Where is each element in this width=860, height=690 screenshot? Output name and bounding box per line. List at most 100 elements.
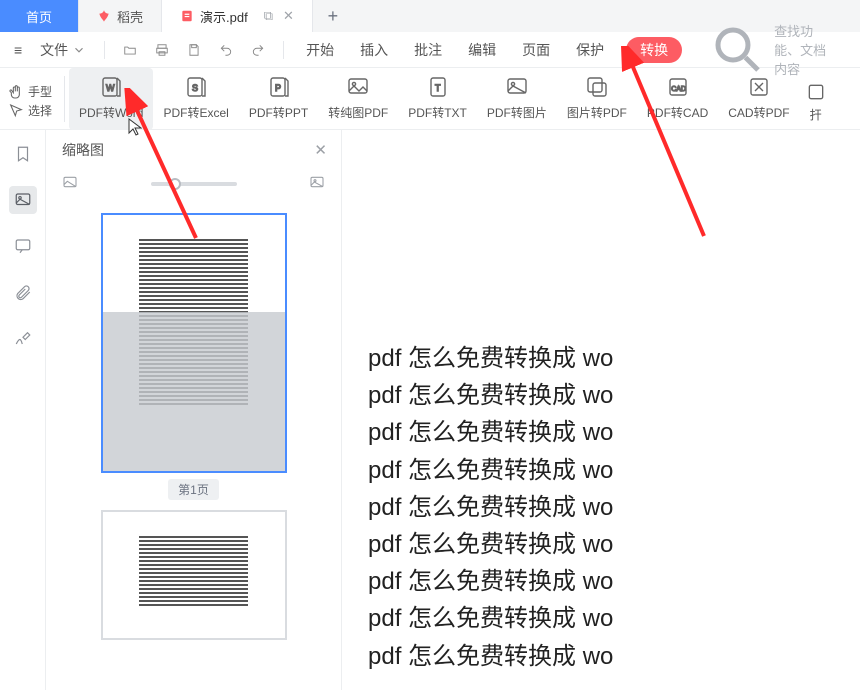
print-icon xyxy=(155,43,169,57)
doc-line: pdf 怎么免费转换成 wo xyxy=(368,638,860,675)
sign-icon xyxy=(14,329,32,347)
ribbon-pdf2txt[interactable]: T PDF转TXT xyxy=(398,68,477,130)
redo-icon xyxy=(251,43,265,57)
svg-text:CAD: CAD xyxy=(671,86,686,93)
svg-text:P: P xyxy=(275,83,281,93)
menu-page[interactable]: 页面 xyxy=(518,36,554,64)
qat-save[interactable] xyxy=(187,43,201,57)
sidebar-thumbnails[interactable] xyxy=(9,186,37,214)
more-icon xyxy=(806,82,826,102)
divider xyxy=(104,41,105,59)
ribbon-cad2pdf[interactable]: CAD转PDF xyxy=(718,68,799,130)
pdf-icon xyxy=(180,9,194,23)
menu-start[interactable]: 开始 xyxy=(302,36,338,64)
thumbnail-page-label: 第1页 xyxy=(168,479,219,500)
image-icon xyxy=(14,191,32,209)
hand-icon xyxy=(8,84,24,100)
tab-document[interactable]: 演示.pdf ⧉ ✕ xyxy=(162,0,313,32)
cad-icon: CAD xyxy=(664,74,692,100)
sidebar-bookmarks[interactable] xyxy=(9,140,37,168)
doc-line: pdf 怎么免费转换成 wo xyxy=(368,600,860,637)
attach-icon xyxy=(14,283,32,301)
ribbon-label: 图片转PDF xyxy=(567,104,627,121)
ribbon-pdf2word[interactable]: W PDF转Word xyxy=(69,68,153,130)
thumbnail-panel: 缩略图 ✕ xyxy=(46,130,342,690)
menu-annot[interactable]: 批注 xyxy=(410,36,446,64)
qat-redo[interactable] xyxy=(251,43,265,57)
file-label: 文件 xyxy=(40,40,68,60)
doc-line: pdf 怎么免费转换成 wo xyxy=(368,452,860,489)
tool-hand-label: 手型 xyxy=(28,83,52,100)
ribbon-img2pdf[interactable]: 图片转PDF xyxy=(557,68,637,130)
word-icon: W xyxy=(97,74,125,100)
doc-line: pdf 怎么免费转换成 wo xyxy=(368,414,860,451)
thumbnail-page-preview xyxy=(101,510,287,640)
tool-hand[interactable]: 手型 xyxy=(8,83,52,100)
thumb-tool-right[interactable] xyxy=(309,174,325,193)
cad2-icon xyxy=(745,74,773,100)
comment-icon xyxy=(14,237,32,255)
chevron-down-icon xyxy=(72,43,86,57)
svg-text:S: S xyxy=(192,83,198,93)
ribbon-more[interactable]: 扞 xyxy=(800,68,832,130)
sidebar-signature[interactable] xyxy=(9,324,37,352)
svg-text:W: W xyxy=(106,83,115,93)
qat-undo[interactable] xyxy=(219,43,233,57)
menu-protect[interactable]: 保护 xyxy=(572,36,608,64)
thumbnail-page-2[interactable] xyxy=(101,510,287,640)
sidebar-attachments[interactable] xyxy=(9,278,37,306)
image-small-icon xyxy=(62,174,78,190)
ribbon: 手型 选择 W PDF转Word S PDF转Excel P PDF转PPT 转… xyxy=(0,68,860,130)
main-area: 缩略图 ✕ xyxy=(0,130,860,690)
ribbon-label: PDF转图片 xyxy=(487,104,547,121)
tab-home[interactable]: 首页 xyxy=(0,0,79,32)
ribbon-label: PDF转TXT xyxy=(408,104,467,121)
svg-text:T: T xyxy=(435,83,441,93)
ribbon-label: CAD转PDF xyxy=(728,104,789,121)
slider-knob[interactable] xyxy=(169,178,181,190)
qat-print[interactable] xyxy=(155,43,169,57)
ppt-icon: P xyxy=(265,74,293,100)
sidebar xyxy=(0,130,46,690)
tab-docer[interactable]: 稻壳 xyxy=(79,0,162,32)
thumb-tool-left[interactable] xyxy=(62,174,78,193)
separator xyxy=(64,76,65,122)
excel-icon: S xyxy=(182,74,210,100)
tool-select-label: 选择 xyxy=(28,102,52,119)
bookmark-icon xyxy=(14,145,32,163)
ribbon-pdf2img[interactable]: PDF转图片 xyxy=(477,68,557,130)
panel-close-button[interactable]: ✕ xyxy=(314,141,327,159)
document-view[interactable]: pdf 怎么免费转换成 wo pdf 怎么免费转换成 wo pdf 怎么免费转换… xyxy=(342,130,860,690)
doc-line: pdf 怎么免费转换成 wo xyxy=(368,526,860,563)
image2pdf-icon xyxy=(583,74,611,100)
thumbnail-selection-shade xyxy=(103,312,285,471)
ribbon-pdf2excel[interactable]: S PDF转Excel xyxy=(153,68,238,130)
docer-icon xyxy=(97,9,111,23)
menu-convert[interactable]: 转换 xyxy=(626,37,682,63)
tab-add-button[interactable]: + xyxy=(313,0,353,32)
doc-line: pdf 怎么免费转换成 wo xyxy=(368,489,860,526)
ribbon-pureimgpdf[interactable]: 转纯图PDF xyxy=(318,68,398,130)
qat-open[interactable] xyxy=(123,43,137,57)
tool-select[interactable]: 选择 xyxy=(8,102,52,119)
tab-restore-icon[interactable]: ⧉ xyxy=(264,8,273,24)
ribbon-label: PDF转Excel xyxy=(163,104,228,121)
menu-insert[interactable]: 插入 xyxy=(356,36,392,64)
save-icon xyxy=(187,43,201,57)
image-icon xyxy=(503,74,531,100)
file-menu[interactable]: 文件 xyxy=(40,40,86,60)
tab-close-icon[interactable]: ✕ xyxy=(283,8,294,24)
ribbon-label: PDF转Word xyxy=(79,104,143,121)
hamburger-button[interactable]: ≡ xyxy=(14,42,22,58)
ribbon-pdf2ppt[interactable]: P PDF转PPT xyxy=(239,68,318,130)
sidebar-comments[interactable] xyxy=(9,232,37,260)
menu-edit[interactable]: 编辑 xyxy=(464,36,500,64)
thumbnail-list[interactable]: 第1页 xyxy=(46,203,341,690)
ribbon-label: 转纯图PDF xyxy=(328,104,388,121)
thumbnail-page-1[interactable]: 第1页 xyxy=(101,213,287,500)
doc-line: pdf 怎么免费转换成 wo xyxy=(368,563,860,600)
ribbon-pdf2cad[interactable]: CAD PDF转CAD xyxy=(637,68,718,130)
thumbnail-zoom-slider[interactable] xyxy=(151,182,237,186)
image-large-icon xyxy=(309,174,325,190)
cursor-icon xyxy=(8,103,24,119)
